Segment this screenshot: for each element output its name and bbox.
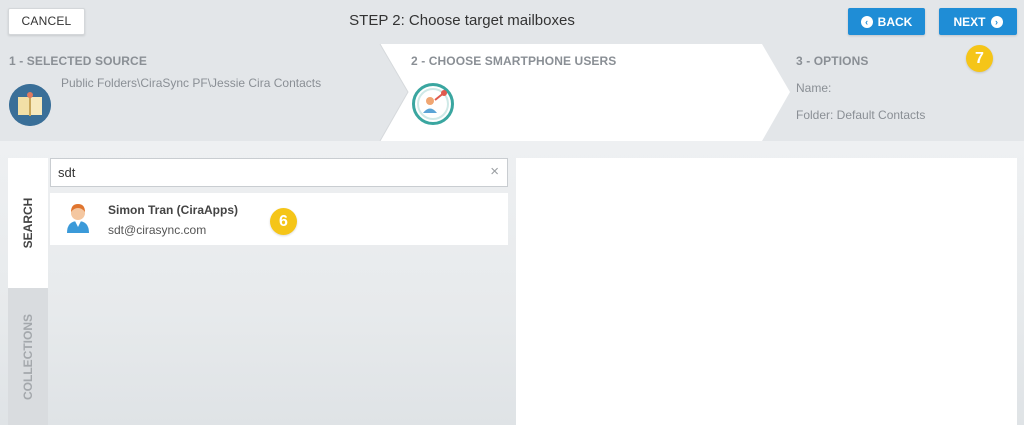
step-source-title: 1 - SELECTED SOURCE (9, 54, 147, 68)
wizard-steps: 1 - SELECTED SOURCE Public Folders\CiraS… (0, 44, 1024, 141)
page-title: STEP 2: Choose target mailboxes (349, 12, 575, 29)
tab-search[interactable]: SEARCH (8, 158, 48, 288)
selected-users-panel (516, 158, 1017, 425)
result-name: Simon Tran (CiraApps) (108, 203, 239, 217)
search-input[interactable]: sdt × (50, 158, 508, 187)
step-options-name: Name: (796, 81, 832, 95)
back-button-label: BACK (877, 14, 913, 29)
search-input-value: sdt (58, 165, 76, 180)
tab-search-label: SEARCH (21, 197, 35, 249)
target-users-icon (412, 83, 454, 125)
result-email: sdt@cirasync.com (108, 223, 207, 237)
step-options-folder: Folder: Default Contacts (796, 108, 926, 122)
user-avatar-icon (64, 201, 92, 233)
side-tabs: SEARCH COLLECTIONS (8, 158, 48, 425)
step-badge-6: 6 (270, 208, 297, 235)
step-options-title: 3 - OPTIONS (796, 54, 869, 68)
top-bar: CANCEL STEP 2: Choose target mailboxes ‹… (0, 0, 1024, 44)
back-button[interactable]: ‹ BACK (848, 8, 925, 35)
tab-collections-label: COLLECTIONS (21, 313, 35, 400)
close-icon[interactable]: × (490, 163, 499, 180)
chevron-left-icon: ‹ (860, 15, 873, 28)
chevron-right-icon: › (990, 15, 1003, 28)
next-button[interactable]: NEXT › (939, 8, 1017, 35)
next-button-label: NEXT (953, 14, 986, 29)
step-source-path: Public Folders\CiraSync PF\Jessie Cira C… (61, 76, 322, 90)
step-users-title: 2 - CHOOSE SMARTPHONE USERS (411, 54, 617, 68)
step-badge-7: 7 (966, 45, 993, 72)
tab-collections[interactable]: COLLECTIONS (8, 288, 48, 425)
contacts-book-icon (9, 84, 51, 126)
